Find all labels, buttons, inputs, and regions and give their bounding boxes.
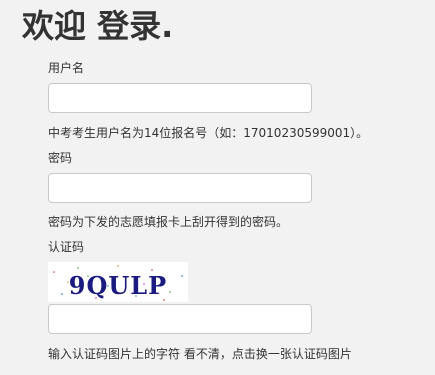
password-input[interactable]	[48, 173, 312, 203]
username-help-text: 中考考生用户名为14位报名号（如：17010230599001）。	[48, 126, 369, 140]
captcha-characters: 9QULP	[69, 271, 167, 300]
username-label: 用户名	[48, 61, 85, 75]
username-input[interactable]	[48, 83, 312, 113]
captcha-label: 认证码	[48, 240, 85, 254]
password-help-text: 密码为下发的志愿填报卡上刮开得到的密码。	[48, 215, 289, 229]
page-title: 欢迎 登录.	[22, 7, 174, 45]
captcha-input[interactable]	[48, 304, 312, 334]
captcha-image[interactable]: 9QULP	[48, 262, 188, 302]
captcha-help-text: 输入认证码图片上的字符 看不清，点击换一张认证码图片	[48, 347, 352, 361]
password-label: 密码	[48, 151, 73, 165]
